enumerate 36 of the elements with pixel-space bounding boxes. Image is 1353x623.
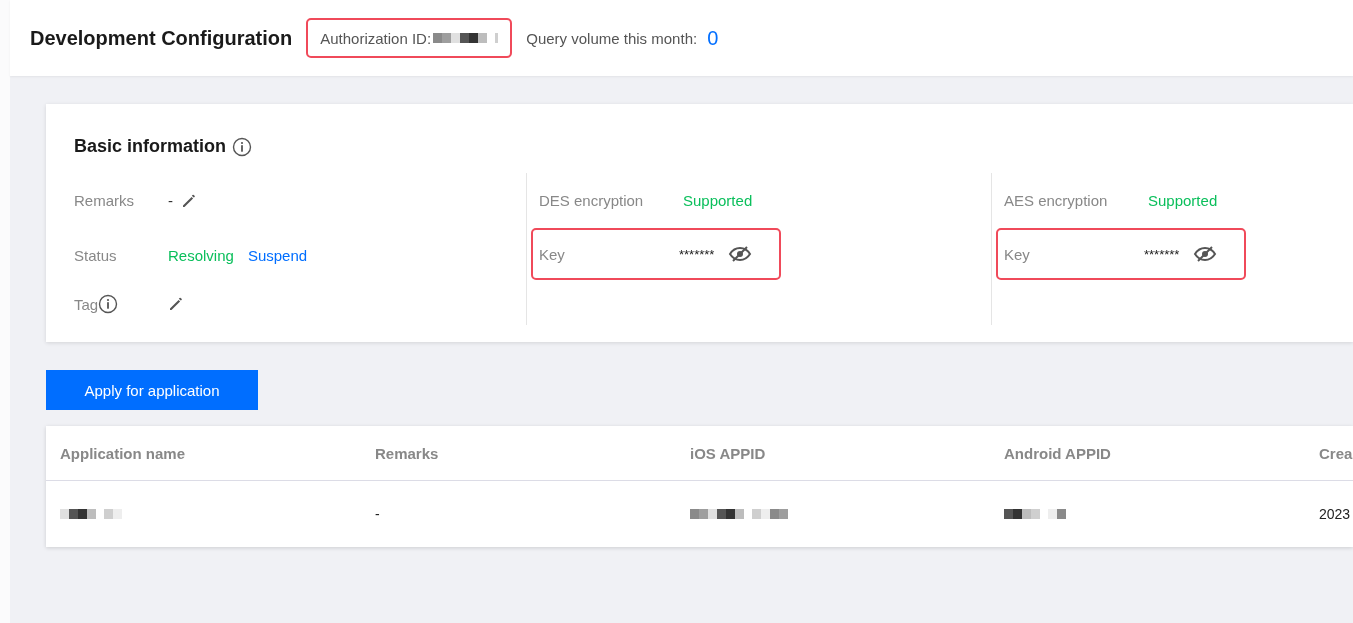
masked-key: ******* [679,246,715,262]
edit-icon[interactable] [168,296,184,312]
redacted-drawing [433,33,499,43]
column-header: iOS APPID [690,444,767,462]
edit-icon[interactable] [181,192,197,209]
field-label: Key [1003,245,1031,263]
field-label: Tag [74,295,99,313]
info-icon[interactable] [232,136,253,157]
field-value: Supported [1148,192,1218,209]
redacted-drawing [1004,509,1066,519]
query-count: 0 [707,26,719,50]
eye-slash-icon[interactable] [728,245,753,263]
field-label: Key [538,245,566,263]
column-header: Application name [60,444,187,462]
field-label: Authorization ID: [320,29,432,47]
field-label: DES encryption [538,192,645,209]
suspend-link[interactable]: Suspend [247,247,308,264]
table-cell-text: 2023 [1319,506,1352,522]
status-value: Resolving [168,247,234,264]
redacted-drawing [60,509,122,519]
page-title: Development Configuration [30,26,293,50]
eye-slash-icon[interactable] [1193,245,1218,263]
field-value: - [168,192,173,209]
field-label: Remarks [74,192,135,209]
masked-key: ******* [1144,246,1180,262]
column-header: Android APPID [1004,444,1112,462]
column-header: Remarks [375,444,440,462]
field-label: Query volume this month: [526,29,698,47]
table-cell-text: - [375,506,381,522]
section-title: Basic information [74,136,227,157]
apply-button[interactable]: Apply for application [46,370,258,410]
field-label: AES encryption [1003,192,1109,209]
field-label: Status [74,247,118,264]
field-value: Supported [683,192,753,209]
info-icon[interactable] [98,294,119,314]
column-header: Crea [1319,444,1353,462]
